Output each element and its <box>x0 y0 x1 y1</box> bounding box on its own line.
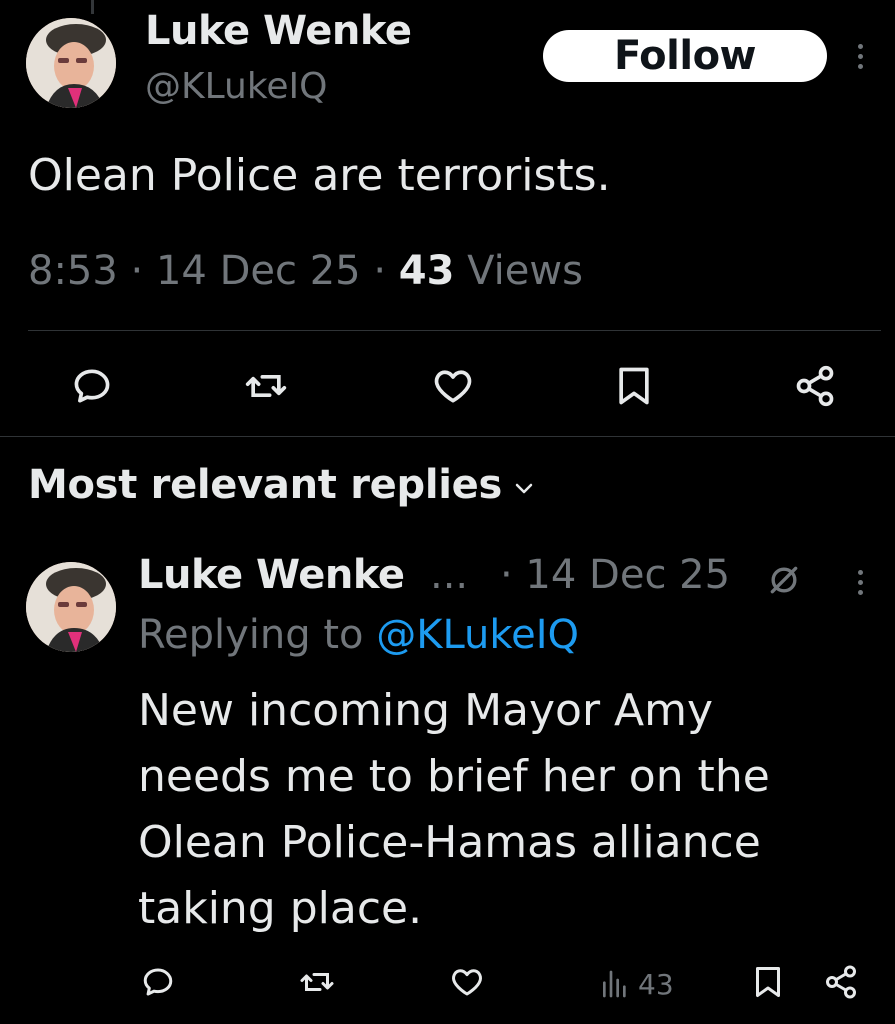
retweet-icon <box>245 375 287 397</box>
views-icon <box>603 970 626 998</box>
chevron-down-icon[interactable] <box>512 480 536 502</box>
author-handle[interactable]: @KLukeIQ <box>145 66 328 107</box>
reply-text-line: New incoming Mayor Amy <box>138 685 714 736</box>
share-icon <box>796 365 834 407</box>
divider <box>28 330 881 331</box>
reply-like-button[interactable] <box>448 964 486 1000</box>
share-icon <box>826 965 856 999</box>
divider <box>0 436 895 437</box>
views-count: 43 <box>398 248 455 294</box>
avatar-image <box>26 562 116 652</box>
like-button[interactable] <box>430 364 476 408</box>
grok-icon[interactable] <box>764 560 804 604</box>
tweet-time[interactable]: 8:53 <box>28 248 118 294</box>
reply-bookmark-button[interactable] <box>750 964 786 1000</box>
tweet-text: Olean Police are terrorists. <box>28 150 611 201</box>
bookmark-icon <box>619 367 649 405</box>
avatar-image <box>26 18 116 108</box>
reply-text-line: taking place. <box>138 883 423 934</box>
comment-icon <box>74 369 110 403</box>
replying-to-label: Replying to <box>138 612 364 658</box>
reply-retweet-button[interactable] <box>298 964 336 1000</box>
comment-icon <box>143 968 173 996</box>
meta-separator: · <box>130 248 144 294</box>
reply-name-truncation: ... <box>430 552 469 598</box>
tweet-date[interactable]: 14 Dec 25 <box>156 248 361 294</box>
author-name[interactable]: Luke Wenke <box>145 8 412 54</box>
retweet-icon <box>300 973 334 991</box>
reply-author-avatar[interactable] <box>26 562 116 652</box>
more-vertical-icon[interactable] <box>850 562 870 602</box>
replying-to-mention[interactable]: @KLukeIQ <box>376 612 579 658</box>
reply-text-line: needs me to brief her on the <box>138 751 770 802</box>
more-vertical-icon[interactable] <box>850 36 870 76</box>
reply-share-button[interactable] <box>822 964 860 1000</box>
reply-button[interactable] <box>70 364 114 408</box>
follow-button[interactable]: Follow <box>543 30 827 82</box>
tweet-meta: 8:53 · 14 Dec 25 · 43 Views <box>28 248 583 294</box>
heart-icon <box>452 969 482 996</box>
replies-sort-title[interactable]: Most relevant replies <box>28 462 502 508</box>
replying-to: Replying to @KLukeIQ <box>138 612 579 658</box>
meta-separator: · <box>373 248 387 294</box>
bookmark-icon <box>756 967 780 997</box>
retweet-button[interactable] <box>243 364 289 408</box>
author-avatar[interactable] <box>26 18 116 108</box>
heart-icon <box>434 370 472 403</box>
views-label: Views <box>467 248 583 294</box>
reply-text: New incoming Mayor Amy needs me to brief… <box>138 678 878 942</box>
bookmark-button[interactable] <box>612 364 656 408</box>
reply-date[interactable]: · 14 Dec 25 <box>500 552 730 598</box>
thread-line <box>91 0 94 14</box>
reply-reply-button[interactable] <box>140 964 176 1000</box>
reply-views-button[interactable] <box>598 968 632 1000</box>
share-button[interactable] <box>792 364 838 408</box>
reply-text-line: Olean Police-Hamas alliance <box>138 817 761 868</box>
reply-author-name[interactable]: Luke Wenke <box>138 552 405 598</box>
reply-views-count: 43 <box>638 968 674 1001</box>
